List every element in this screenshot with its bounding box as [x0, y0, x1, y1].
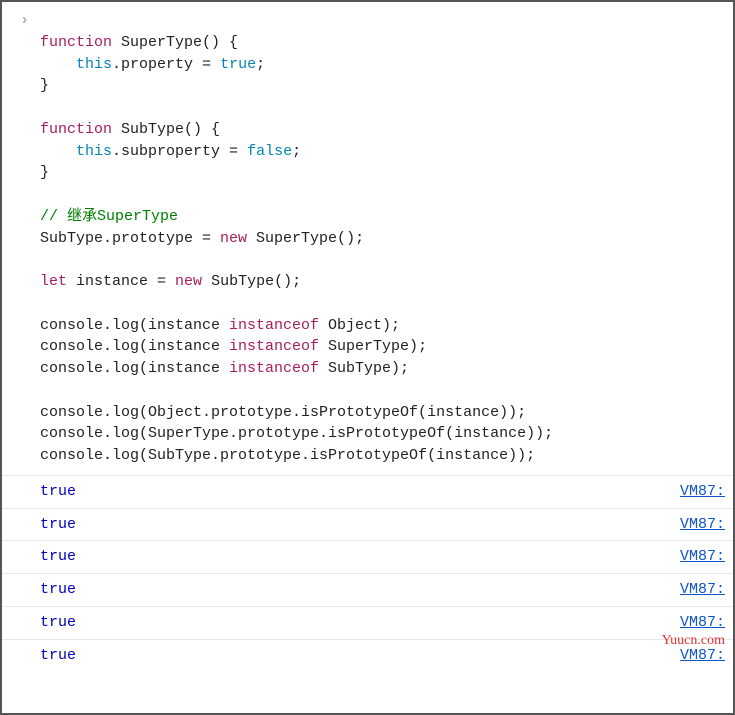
- output-value: true: [40, 645, 76, 667]
- console-output-row: true VM87:: [2, 573, 733, 606]
- source-link[interactable]: VM87:: [680, 645, 725, 667]
- code-token: let: [40, 273, 67, 290]
- code-token: SuperType() {: [112, 34, 238, 51]
- code-token: console.log(Object.prototype.isPrototype…: [40, 404, 526, 421]
- code-token: console.log(instance: [40, 360, 229, 377]
- console-output-row: true VM87:: [2, 475, 733, 508]
- source-link[interactable]: VM87:: [680, 579, 725, 601]
- code-token: SubType.prototype =: [40, 230, 220, 247]
- code-token: SubType() {: [112, 121, 220, 138]
- output-value: true: [40, 579, 76, 601]
- code-token: .subproperty =: [112, 143, 247, 160]
- code-token: }: [40, 164, 49, 181]
- console-output-row: true VM87:: [2, 639, 733, 672]
- source-link[interactable]: VM87:: [680, 612, 725, 634]
- code-token: SuperType();: [247, 230, 364, 247]
- output-value: true: [40, 546, 76, 568]
- code-token: SuperType);: [319, 338, 427, 355]
- output-value: true: [40, 481, 76, 503]
- code-token: console.log(SubType.prototype.isPrototyp…: [40, 447, 535, 464]
- code-token: SubType);: [319, 360, 409, 377]
- output-value: true: [40, 612, 76, 634]
- code-token: instanceof: [229, 317, 319, 334]
- code-token: this: [76, 143, 112, 160]
- code-token: .property =: [112, 56, 220, 73]
- code-token: instance =: [67, 273, 175, 290]
- source-link[interactable]: VM87:: [680, 514, 725, 536]
- prompt-icon: ›: [20, 10, 29, 32]
- code-token: console.log(instance: [40, 338, 229, 355]
- code-token: ;: [292, 143, 301, 160]
- code-token: new: [175, 273, 202, 290]
- code-token: function: [40, 34, 112, 51]
- code-comment: // 继承SuperType: [40, 208, 178, 225]
- code-token: ;: [256, 56, 265, 73]
- code-token: true: [220, 56, 256, 73]
- console-output-row: true VM87:: [2, 540, 733, 573]
- console-output-row: true VM87:: [2, 508, 733, 541]
- console-input[interactable]: ›function SuperType() { this.property = …: [2, 2, 733, 475]
- code-token: function: [40, 121, 112, 138]
- code-token: SubType();: [202, 273, 301, 290]
- code-token: instanceof: [229, 338, 319, 355]
- code-token: false: [247, 143, 292, 160]
- output-value: true: [40, 514, 76, 536]
- console-output-row: true VM87:: [2, 606, 733, 639]
- code-token: this: [76, 56, 112, 73]
- code-token: new: [220, 230, 247, 247]
- code-token: Object);: [319, 317, 400, 334]
- source-link[interactable]: VM87:: [680, 481, 725, 503]
- code-token: }: [40, 77, 49, 94]
- code-token: console.log(instance: [40, 317, 229, 334]
- code-token: console.log(SuperType.prototype.isProtot…: [40, 425, 553, 442]
- code-token: instanceof: [229, 360, 319, 377]
- source-link[interactable]: VM87:: [680, 546, 725, 568]
